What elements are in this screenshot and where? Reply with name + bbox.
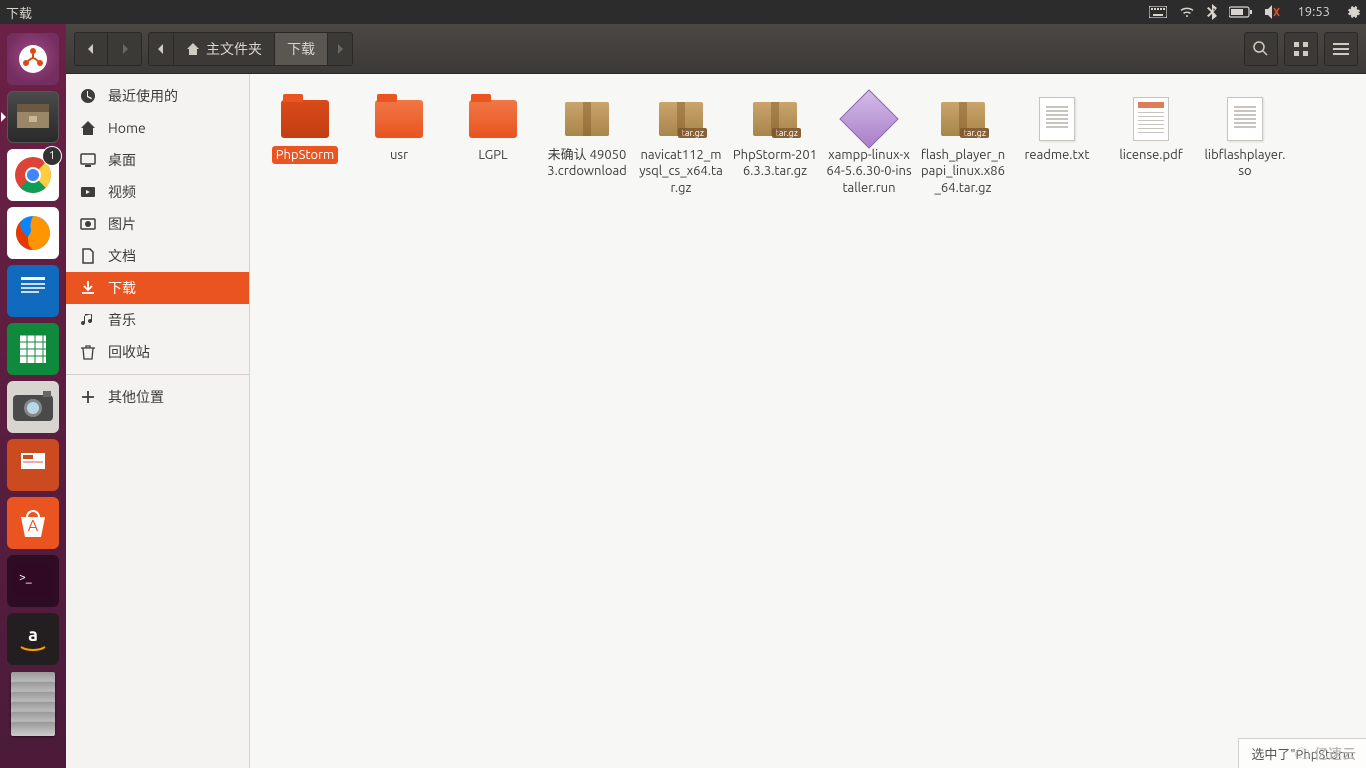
document-icon (1029, 96, 1085, 142)
chrome-badge: 1 (43, 147, 61, 165)
path-downloads-label: 下载 (287, 39, 315, 59)
file-item[interactable]: usr (352, 96, 446, 197)
sidebar-music[interactable]: 音乐 (66, 304, 249, 336)
sidebar-videos[interactable]: 视频 (66, 176, 249, 208)
sidebar-separator (66, 374, 249, 375)
sidebar-pictures[interactable]: 图片 (66, 208, 249, 240)
wifi-indicator[interactable] (1173, 0, 1201, 24)
launcher-software[interactable]: A (7, 497, 59, 549)
launcher-shotwell[interactable] (7, 381, 59, 433)
file-item[interactable]: xampp-linux-x64-5.6.30-0-installer.run (822, 96, 916, 197)
folder-icon (277, 96, 333, 142)
file-label: LGPL (474, 146, 511, 164)
file-label: libflashplayer.so (1198, 146, 1292, 181)
search-button[interactable] (1244, 32, 1278, 66)
file-label: PhpStorm (272, 146, 338, 164)
path-next-arrow[interactable] (328, 32, 353, 66)
file-label: usr (386, 146, 412, 164)
sidebar: 最近使用的 Home 桌面 视频 图片 文档 下载 音乐 回收站 其他位置 (66, 74, 250, 768)
back-button[interactable] (74, 32, 108, 66)
window-title: 下载 (0, 3, 32, 22)
sidebar-trash[interactable]: 回收站 (66, 336, 249, 368)
launcher-dash[interactable] (7, 33, 59, 85)
bluetooth-indicator[interactable] (1201, 0, 1223, 24)
sidebar-home[interactable]: Home (66, 112, 249, 144)
gear-indicator[interactable] (1340, 0, 1366, 24)
path-home[interactable]: 主文件夹 (174, 32, 275, 66)
file-item[interactable]: tar.gz PhpStorm-2016.3.3.tar.gz (728, 96, 822, 197)
path-downloads[interactable]: 下载 (275, 32, 328, 66)
launcher-amazon[interactable]: a (7, 613, 59, 665)
svg-text:A: A (28, 517, 39, 535)
launcher-calc[interactable] (7, 323, 59, 375)
pathbar: 主文件夹 下载 (148, 32, 353, 66)
file-item[interactable]: PhpStorm (258, 96, 352, 197)
launcher-firefox[interactable] (7, 207, 59, 259)
forward-button[interactable] (108, 32, 142, 66)
launcher-writer[interactable] (7, 265, 59, 317)
sound-indicator[interactable] (1259, 0, 1287, 24)
archive-icon: tar.gz (653, 96, 709, 142)
view-grid-button[interactable] (1284, 32, 1318, 66)
top-panel: 下载 19:53 (0, 0, 1366, 24)
sidebar-documents[interactable]: 文档 (66, 240, 249, 272)
archive-icon: tar.gz (747, 96, 803, 142)
file-item[interactable]: 未确认 490503.crdownload (540, 96, 634, 197)
file-item[interactable]: tar.gznavicat112_mysql_cs_x64.tar.gz (634, 96, 728, 197)
folder-icon (371, 96, 427, 142)
svg-text:>_: >_ (19, 571, 32, 584)
file-item[interactable]: tar.gzflash_player_npapi_linux.x86_64.ta… (916, 96, 1010, 197)
file-item[interactable]: libflashplayer.so (1198, 96, 1292, 197)
statusbar: 选中了"PhpStorm (1238, 738, 1366, 768)
content-area[interactable]: PhpStormusrLGPL未确认 490503.crdownloadtar.… (250, 74, 1366, 768)
file-label: xampp-linux-x64-5.6.30-0-installer.run (822, 146, 916, 197)
pdf-icon (1123, 96, 1179, 142)
launcher-workspace-stack[interactable] (7, 672, 59, 752)
launcher-files[interactable] (7, 91, 59, 143)
document-icon (1217, 96, 1273, 142)
headerbar: 主文件夹 下载 (66, 24, 1366, 74)
files-window: 主文件夹 下载 最近使用的 Home 桌面 视频 图片 文档 下载 音乐 回收站… (66, 24, 1366, 768)
archive-icon: tar.gz (935, 96, 991, 142)
executable-icon (841, 96, 897, 142)
folder-icon (465, 96, 521, 142)
file-item[interactable]: LGPL (446, 96, 540, 197)
sidebar-downloads[interactable]: 下载 (66, 272, 249, 304)
file-item[interactable]: readme.txt (1010, 96, 1104, 197)
path-prev-arrow[interactable] (148, 32, 174, 66)
battery-indicator[interactable] (1223, 0, 1259, 24)
file-item[interactable]: license.pdf (1104, 96, 1198, 197)
path-home-label: 主文件夹 (206, 39, 262, 59)
keyboard-indicator[interactable] (1143, 0, 1173, 24)
launcher-chrome[interactable]: 1 (7, 149, 59, 201)
sidebar-other-locations[interactable]: 其他位置 (66, 381, 249, 413)
launcher-impress[interactable] (7, 439, 59, 491)
svg-text:a: a (28, 625, 38, 645)
file-label: navicat112_mysql_cs_x64.tar.gz (634, 146, 728, 197)
sidebar-recent[interactable]: 最近使用的 (66, 80, 249, 112)
file-label: readme.txt (1021, 146, 1094, 164)
launcher-terminal[interactable]: >_ (7, 555, 59, 607)
file-label: PhpStorm-2016.3.3.tar.gz (728, 146, 822, 181)
file-label: 未确认 490503.crdownload (540, 146, 634, 181)
selection-status: 选中了"PhpStorm (1251, 744, 1354, 763)
file-label: license.pdf (1115, 146, 1186, 164)
hamburger-menu[interactable] (1324, 32, 1358, 66)
clock[interactable]: 19:53 (1287, 0, 1340, 24)
file-label: flash_player_npapi_linux.x86_64.tar.gz (916, 146, 1010, 197)
launcher: 1 A >_ a (0, 24, 66, 768)
sidebar-desktop[interactable]: 桌面 (66, 144, 249, 176)
package-icon (559, 96, 615, 142)
